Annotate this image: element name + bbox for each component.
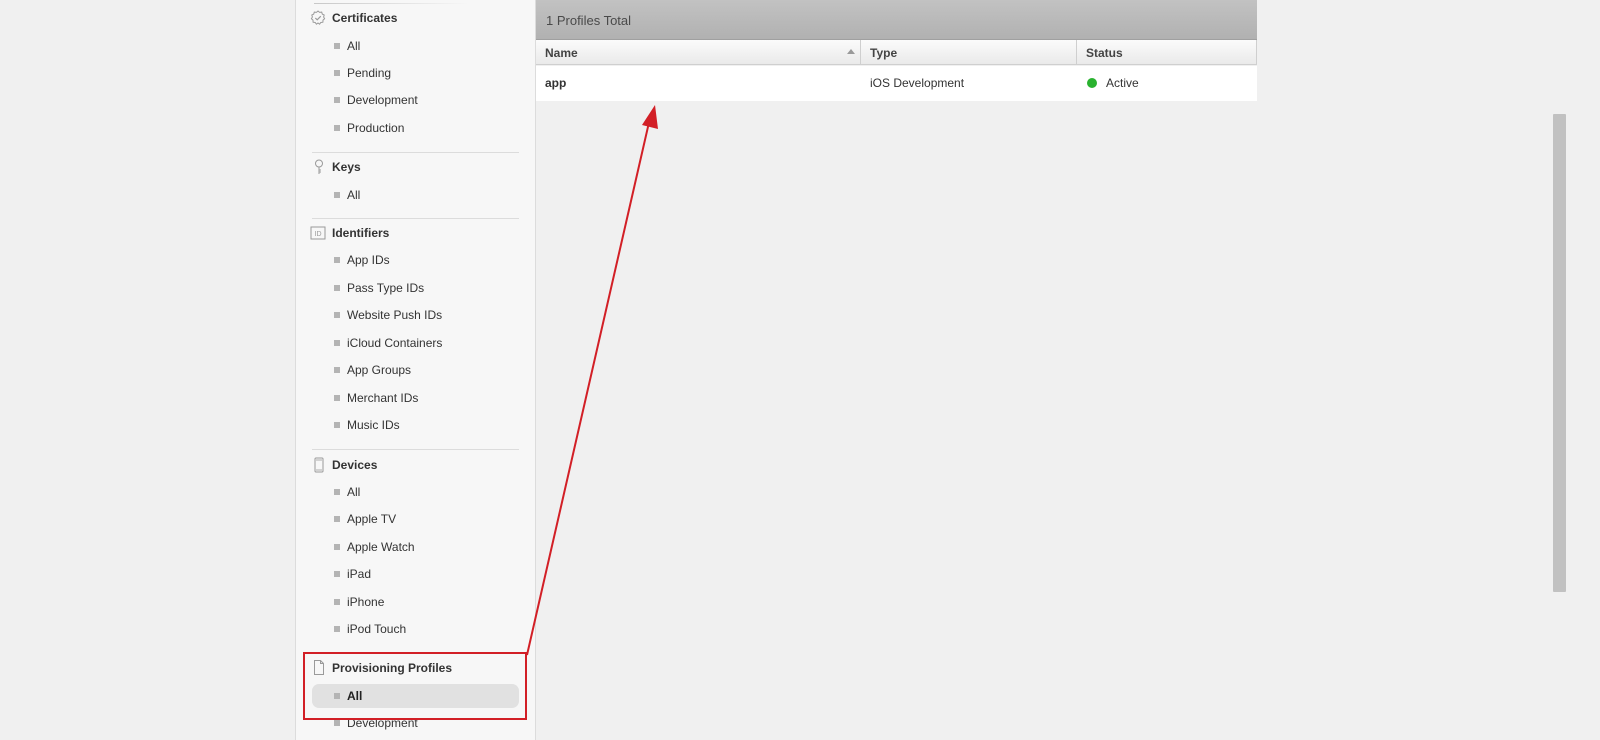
sidebar-item-certificates-development[interactable]: Development xyxy=(312,88,519,112)
sidebar-item-label: Development xyxy=(347,93,418,107)
column-label: Name xyxy=(545,46,578,60)
sidebar-item-icloud-containers[interactable]: iCloud Containers xyxy=(312,331,519,355)
bullet-icon xyxy=(334,489,340,495)
profiles-panel: 1 Profiles Total Name Type Status app iO… xyxy=(536,0,1257,740)
keys-header: Keys xyxy=(296,157,535,179)
table-row[interactable]: app iOS Development Active xyxy=(536,66,1257,101)
sort-ascending-icon xyxy=(847,49,855,54)
device-icon xyxy=(314,457,324,473)
key-icon xyxy=(315,159,323,174)
sidebar-item-pass-type-ids[interactable]: Pass Type IDs xyxy=(312,276,519,300)
sidebar-item-certificates-all[interactable]: All xyxy=(312,34,519,58)
bullet-icon xyxy=(334,340,340,346)
bullet-icon xyxy=(334,312,340,318)
devices-header: Devices xyxy=(296,455,535,477)
bullet-icon xyxy=(334,599,340,605)
sidebar-item-label: Merchant IDs xyxy=(347,391,419,405)
certificate-icon xyxy=(310,10,326,25)
sidebar-item-app-groups[interactable]: App Groups xyxy=(312,358,519,382)
sidebar-item-label: All xyxy=(347,39,361,53)
sidebar-item-music-ids[interactable]: Music IDs xyxy=(312,413,519,437)
sidebar-item-apple-tv[interactable]: Apple TV xyxy=(312,507,519,531)
sidebar: Certificates All Pending Development Pro… xyxy=(295,0,536,740)
profile-type: iOS Development xyxy=(870,76,965,90)
annotation-highlight-box xyxy=(303,652,527,720)
sidebar-item-label: App Groups xyxy=(347,363,412,377)
bullet-icon xyxy=(334,626,340,632)
sidebar-item-merchant-ids[interactable]: Merchant IDs xyxy=(312,386,519,410)
sidebar-item-label: App IDs xyxy=(347,253,390,267)
sidebar-item-ipod-touch[interactable]: iPod Touch xyxy=(312,617,519,641)
bullet-icon xyxy=(334,720,340,726)
sidebar-item-label: iPhone xyxy=(347,595,385,609)
sidebar-top-divider xyxy=(314,3,469,4)
bullet-icon xyxy=(334,192,340,198)
identifiers-header: ID Identifiers xyxy=(296,223,535,245)
section-divider xyxy=(312,218,519,219)
sidebar-item-label: Apple TV xyxy=(347,512,397,526)
total-bar: 1 Profiles Total xyxy=(536,0,1257,40)
profile-status: Active xyxy=(1106,76,1139,90)
sidebar-item-website-push-ids[interactable]: Website Push IDs xyxy=(312,303,519,327)
bullet-icon xyxy=(334,43,340,49)
column-label: Type xyxy=(870,46,898,60)
column-label: Status xyxy=(1086,46,1123,60)
bullet-icon xyxy=(334,422,340,428)
bullet-icon xyxy=(334,70,340,76)
profiles-total: 1 Profiles Total xyxy=(546,13,632,28)
table-header: Name Type Status xyxy=(536,40,1257,65)
sidebar-item-ipad[interactable]: iPad xyxy=(312,562,519,586)
certificates-title: Certificates xyxy=(332,11,398,25)
bullet-icon xyxy=(334,367,340,373)
sidebar-item-devices-all[interactable]: All xyxy=(312,480,519,504)
sidebar-item-app-ids[interactable]: App IDs xyxy=(312,248,519,272)
certificates-header: Certificates xyxy=(296,8,535,30)
bullet-icon xyxy=(334,571,340,577)
sidebar-item-certificates-pending[interactable]: Pending xyxy=(312,61,519,85)
bullet-icon xyxy=(334,544,340,550)
column-header-type[interactable]: Type xyxy=(861,40,1077,65)
bullet-icon xyxy=(334,516,340,522)
bullet-icon xyxy=(334,395,340,401)
sidebar-item-label: iCloud Containers xyxy=(347,336,443,350)
column-header-name[interactable]: Name xyxy=(536,40,861,65)
sidebar-item-label: Website Push IDs xyxy=(347,308,443,322)
scrollbar-thumb[interactable] xyxy=(1553,114,1566,592)
sidebar-item-apple-watch[interactable]: Apple Watch xyxy=(312,535,519,559)
bullet-icon xyxy=(334,285,340,291)
sidebar-item-label: All xyxy=(347,485,361,499)
sidebar-item-iphone[interactable]: iPhone xyxy=(312,590,519,614)
sidebar-item-label: Production xyxy=(347,121,405,135)
sidebar-item-label: iPad xyxy=(347,567,372,581)
bullet-icon xyxy=(334,125,340,131)
keys-title: Keys xyxy=(332,160,361,174)
sidebar-item-label: Pass Type IDs xyxy=(347,281,425,295)
bullet-icon xyxy=(334,257,340,263)
sidebar-item-keys-all[interactable]: All xyxy=(312,183,519,207)
profile-name: app xyxy=(545,76,567,90)
status-active-icon xyxy=(1087,78,1097,88)
bullet-icon xyxy=(334,97,340,103)
sidebar-item-label: Music IDs xyxy=(347,418,400,432)
sidebar-item-label: Apple Watch xyxy=(347,540,415,554)
identifiers-title: Identifiers xyxy=(332,226,390,240)
sidebar-item-label: All xyxy=(347,188,361,202)
sidebar-item-label: Pending xyxy=(347,66,392,80)
id-icon: ID xyxy=(310,226,326,240)
sidebar-item-label: iPod Touch xyxy=(347,622,407,636)
devices-title: Devices xyxy=(332,458,378,472)
section-divider xyxy=(312,152,519,153)
sidebar-item-certificates-production[interactable]: Production xyxy=(312,116,519,140)
section-divider xyxy=(312,449,519,450)
column-header-status[interactable]: Status xyxy=(1077,40,1257,65)
svg-text:ID: ID xyxy=(315,231,322,238)
